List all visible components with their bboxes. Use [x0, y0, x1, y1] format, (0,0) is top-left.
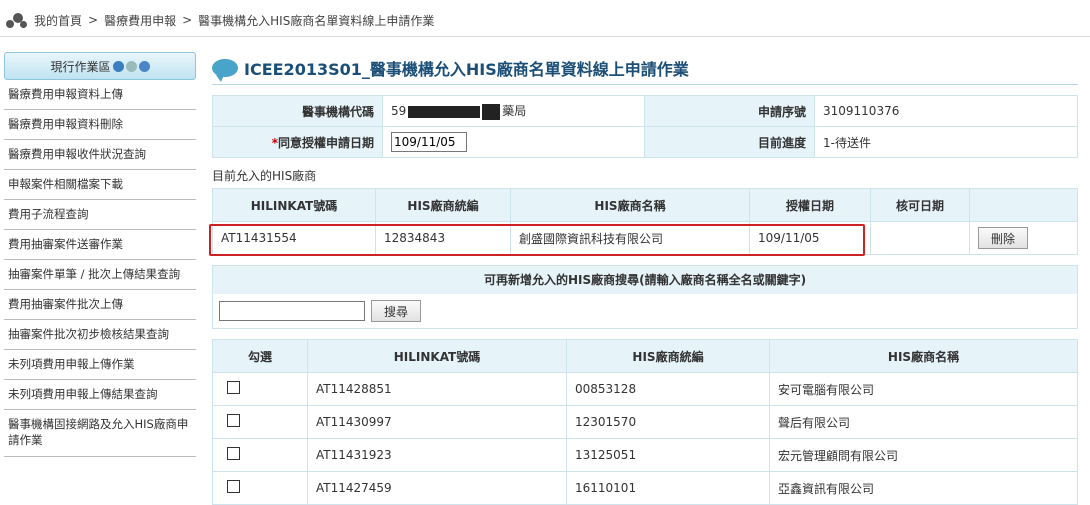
- main-content: ICEE2013S01_醫事機構允入HIS廠商名單資料線上申請作業 醫事機構代碼…: [209, 52, 1078, 505]
- date-cell: [382, 126, 645, 158]
- table-row: AT11430997 12301570 聲后有限公司: [212, 405, 1078, 439]
- current-vendors-table: HILINKAT號碼 HIS廠商統編 HIS廠商名稱 授權日期 核可日期 AT1…: [212, 188, 1078, 255]
- current-vendors-heading: 目前允入的HIS廠商: [212, 169, 317, 183]
- breadcrumb-separator: >: [88, 13, 99, 27]
- cell-hilinkat: AT11427459: [307, 471, 567, 505]
- progress-label: 目前進度: [644, 126, 815, 158]
- breadcrumb-home[interactable]: 我的首頁: [34, 12, 82, 29]
- header-divider: [0, 36, 1090, 37]
- breadcrumb-level2: 醫事機構允入HIS廠商名單資料線上申請作業: [198, 13, 435, 28]
- vendor-search-input[interactable]: [219, 301, 365, 321]
- table-row: AT11431923 13125051 宏元管理顧問有限公司: [212, 438, 1078, 472]
- settings-icon[interactable]: [125, 60, 137, 72]
- col-auth-date: 授權日期: [749, 188, 871, 222]
- org-code-prefix: 59: [391, 104, 407, 119]
- cell-hilinkat: AT11431554: [212, 221, 376, 255]
- redaction-block: [482, 103, 501, 120]
- search-icon[interactable]: [112, 60, 124, 72]
- col-tax-id: HIS廠商統編: [566, 339, 770, 373]
- cell-tax-id: 00853128: [566, 372, 770, 406]
- speech-bubble-icon: [212, 59, 238, 82]
- sidebar: 現行作業區 醫療費用申報資料上傳 醫療費用申報資料刪除 醫療費用申報收件狀況查詢…: [4, 52, 196, 457]
- search-row: 搜尋: [213, 294, 1077, 328]
- select-checkbox[interactable]: [227, 480, 240, 493]
- col-action: [969, 188, 1078, 222]
- sidebar-item-upload-result[interactable]: 抽審案件單筆 / 批次上傳結果查詢: [4, 260, 196, 290]
- col-hilinkat: HILINKAT號碼: [212, 188, 376, 222]
- org-code-suffix: 藥局: [502, 104, 527, 119]
- sidebar-header-label: 現行作業區: [50, 59, 111, 74]
- sidebar-item-delete[interactable]: 醫療費用申報資料刪除: [4, 110, 196, 140]
- breadcrumb-level1[interactable]: 醫療費用申報: [104, 12, 176, 29]
- home-dots-icon: [6, 10, 28, 30]
- cell-vendor-name: 創盛國際資訊科技有限公司: [510, 221, 750, 255]
- org-code-label: 醫事機構代碼: [212, 95, 383, 127]
- cell-hilinkat: AT11430997: [307, 405, 567, 439]
- sidebar-item-upload[interactable]: 醫療費用申報資料上傳: [4, 80, 196, 110]
- col-tax-id: HIS廠商統編: [375, 188, 511, 222]
- cell-vendor-name: 宏元管理顧問有限公司: [769, 438, 1078, 472]
- cell-vendor-name: 安可電腦有限公司: [769, 372, 1078, 406]
- vendor-search-panel: 可再新增允入的HIS廠商搜尋(請輸入廠商名稱全名或關鍵字) 搜尋: [212, 265, 1078, 329]
- sidebar-item-batch-upload[interactable]: 費用抽審案件批次上傳: [4, 290, 196, 320]
- serial-label: 申請序號: [644, 95, 815, 127]
- col-vendor-name: HIS廠商名稱: [769, 339, 1078, 373]
- progress-value: 1-待送件: [814, 126, 1078, 158]
- cell-tax-id: 16110101: [566, 471, 770, 505]
- date-label: *同意授權申請日期: [212, 126, 383, 158]
- cell-vendor-name: 亞鑫資訊有限公司: [769, 471, 1078, 505]
- cell-select: [212, 372, 308, 406]
- sidebar-item-his-vendor[interactable]: 醫事機構固接網路及允入HIS廠商申請作業: [4, 410, 196, 457]
- cell-tax-id: 12301570: [566, 405, 770, 439]
- col-select: 勾選: [212, 339, 308, 373]
- help-icon[interactable]: [138, 60, 150, 72]
- search-header: 可再新增允入的HIS廠商搜尋(請輸入廠商名稱全名或關鍵字): [213, 266, 1077, 294]
- cell-tax-id: 12834843: [375, 221, 511, 255]
- select-checkbox[interactable]: [227, 414, 240, 427]
- table-row: AT11428851 00853128 安可電腦有限公司: [212, 372, 1078, 406]
- search-results-table: 勾選 HILINKAT號碼 HIS廠商統編 HIS廠商名稱 AT11428851…: [212, 339, 1078, 505]
- page-title-text: ICEE2013S01_醫事機構允入HIS廠商名單資料線上申請作業: [244, 60, 689, 79]
- sidebar-item-download[interactable]: 申報案件相關檔案下載: [4, 170, 196, 200]
- sidebar-item-batch-check[interactable]: 抽審案件批次初步檢核結果查詢: [4, 320, 196, 350]
- col-vendor-name: HIS廠商名稱: [510, 188, 750, 222]
- sidebar-item-unlisted-upload[interactable]: 未列項費用申報上傳作業: [4, 350, 196, 380]
- redaction-block: [408, 105, 481, 118]
- search-button[interactable]: 搜尋: [371, 300, 422, 322]
- cell-tax-id: 13125051: [566, 438, 770, 472]
- sidebar-header: 現行作業區: [4, 52, 196, 80]
- sidebar-item-review-submit[interactable]: 費用抽審案件送審作業: [4, 230, 196, 260]
- authorization-date-input[interactable]: [391, 132, 467, 152]
- cell-select: [212, 405, 308, 439]
- breadcrumb: 我的首頁 > 醫療費用申報 > 醫事機構允入HIS廠商名單資料線上申請作業: [6, 8, 434, 32]
- col-approve-date: 核可日期: [870, 188, 970, 222]
- cell-action: 刪除: [969, 221, 1078, 255]
- cell-hilinkat: AT11431923: [307, 438, 567, 472]
- col-hilinkat: HILINKAT號碼: [307, 339, 567, 373]
- select-checkbox[interactable]: [227, 381, 240, 394]
- page-title: ICEE2013S01_醫事機構允入HIS廠商名單資料線上申請作業: [212, 52, 1078, 85]
- cell-select: [212, 471, 308, 505]
- cell-approve-date: [870, 221, 970, 255]
- table-row: AT11431554 12834843 創盛國際資訊科技有限公司 109/11/…: [212, 221, 1078, 255]
- table-row: AT11427459 16110101 亞鑫資訊有限公司: [212, 471, 1078, 505]
- date-label-text: 同意授權申請日期: [277, 135, 374, 150]
- cell-select: [212, 438, 308, 472]
- sidebar-item-receipt-status[interactable]: 醫療費用申報收件狀況查詢: [4, 140, 196, 170]
- sidebar-item-unlisted-result[interactable]: 未列項費用申報上傳結果查詢: [4, 380, 196, 410]
- select-checkbox[interactable]: [227, 447, 240, 460]
- cell-hilinkat: AT11428851: [307, 372, 567, 406]
- serial-value: 3109110376: [814, 95, 1078, 127]
- breadcrumb-separator: >: [182, 13, 193, 27]
- application-info-table: 醫事機構代碼 59 藥局 申請序號 3109110376 *同意授權申請日期 目前…: [212, 95, 1078, 158]
- cell-vendor-name: 聲后有限公司: [769, 405, 1078, 439]
- sidebar-item-subprocess[interactable]: 費用子流程查詢: [4, 200, 196, 230]
- delete-button[interactable]: 刪除: [978, 227, 1029, 249]
- org-code-value: 59 藥局: [382, 95, 645, 127]
- cell-auth-date: 109/11/05: [749, 221, 871, 255]
